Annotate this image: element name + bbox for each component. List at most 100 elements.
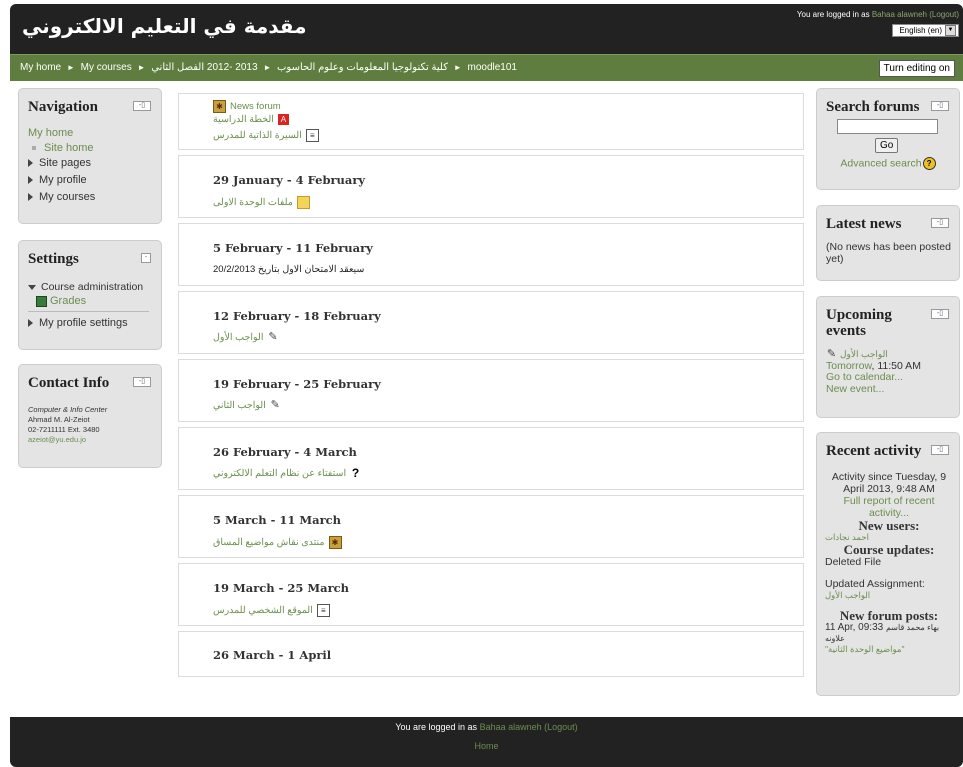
updated-assignment-link[interactable]: الواجب الأول	[825, 590, 953, 601]
login-prefix: You are logged in as	[796, 10, 870, 19]
search-forums-block: Search forums -▯ Go Advanced search?	[816, 88, 960, 190]
nav-my-profile[interactable]: My profile	[39, 174, 87, 186]
new-event-link[interactable]: New event...	[826, 383, 953, 396]
activity-assignment-2[interactable]: الواجب الثاني ✎	[213, 399, 281, 412]
activity-label[interactable]: السيرة الذاتية للمدرس	[213, 130, 302, 141]
breadcrumb-my-home[interactable]: My home	[20, 62, 61, 73]
dock-icon[interactable]: -▯	[931, 218, 949, 228]
course-admin-row[interactable]: Course administration	[28, 281, 155, 295]
language-select[interactable]: English (en) ▼	[892, 24, 959, 37]
deleted-file-text: Deleted File	[825, 556, 882, 568]
activity-study-plan[interactable]: الخطة الدراسية A	[213, 114, 289, 125]
search-forums-input[interactable]	[837, 119, 938, 134]
nav-my-home[interactable]: My home	[28, 127, 155, 142]
activity-assignment-1[interactable]: الواجب الأول ✎	[213, 332, 278, 344]
expand-arrow-icon	[28, 176, 33, 185]
logout-link[interactable]: (Logout)	[929, 10, 959, 19]
activity-label[interactable]: الواجب الأول	[213, 332, 263, 343]
course-section-week: 19 March - 25 March الموقع الشخصي للمدرس…	[178, 563, 804, 626]
navigation-tree: My home Site home Site pages My profile …	[28, 127, 155, 208]
footer-home-row: Home	[10, 741, 963, 751]
course-administration[interactable]: Course administration	[41, 281, 143, 293]
activity-label[interactable]: News forum	[230, 101, 281, 112]
section-title: 5 February - 11 February	[213, 241, 373, 255]
section-summary: سيعقد الامتحان الاول بتاريخ 20/2/2013	[213, 264, 365, 275]
footer-login-info: You are logged in as Bahaa alawneh (Logo…	[10, 722, 963, 732]
dock-icon[interactable]: -▯	[931, 101, 949, 111]
section-title: 19 February - 25 February	[213, 377, 381, 391]
page-icon: ≡	[305, 129, 319, 142]
full-report-link[interactable]: Full report of recent activity...	[825, 495, 953, 519]
advanced-search-link[interactable]: Advanced search	[840, 157, 921, 169]
dock-icon[interactable]: -▯	[931, 445, 949, 455]
contact-email-link[interactable]: azeiot@yu.edu.jo	[28, 435, 155, 445]
upcoming-events-list: ✎ الواجب الأول Tomorrow, 11:50 AM Go to c…	[826, 349, 953, 395]
forum-post-link[interactable]: "مواضيع الوحدة الثانية"	[825, 644, 953, 655]
breadcrumb-faculty[interactable]: كلية تكنولوجيا المعلومات وعلوم الحاسوب	[277, 62, 448, 73]
course-section-week: 5 March - 11 March منتدى نقاش مواضيع الم…	[178, 495, 804, 558]
settings-block: Settings - Course administration Grades …	[18, 240, 162, 350]
post-date: 11 Apr, 09:33	[825, 622, 884, 633]
latest-news-text: (No news has been posted yet)	[826, 241, 951, 265]
activity-label[interactable]: الموقع الشخصي للمدرس	[213, 605, 313, 616]
activity-label[interactable]: الواجب الثاني	[213, 400, 266, 411]
section-title: 19 March - 25 March	[213, 581, 350, 595]
breadcrumb-my-courses[interactable]: My courses	[81, 62, 132, 73]
activity-label[interactable]: منتدى نقاش مواضيع المساق	[213, 537, 325, 548]
login-info: You are logged in as Bahaa alawneh (Logo…	[797, 10, 959, 19]
activity-label[interactable]: استفتاء عن نظام التعلم الالكتروني	[213, 468, 346, 479]
breadcrumb-separator: ►	[137, 63, 146, 72]
event-time: , 11:50 AM	[871, 359, 921, 372]
dock-icon[interactable]: -▯	[133, 101, 151, 111]
nav-site-pages[interactable]: Site pages	[39, 157, 91, 169]
user-name-link[interactable]: Bahaa alawneh	[872, 10, 927, 19]
footer-user-link[interactable]: Bahaa alawneh	[480, 722, 542, 732]
dock-icon[interactable]: -▯	[931, 309, 949, 319]
activity-survey[interactable]: استفتاء عن نظام التعلم الالكتروني?	[213, 467, 361, 479]
advanced-search-row: Advanced search?	[817, 157, 959, 170]
forum-post-meta: 11 Apr, 09:33 بهاء محمد قاسم علاونه	[825, 622, 953, 644]
site-title[interactable]: مقدمة في التعليم الالكتروني	[22, 14, 307, 38]
assignment-icon: ✎	[270, 399, 280, 411]
turn-editing-on-button[interactable]: Turn editing on	[878, 60, 955, 77]
footer-home-link[interactable]: Home	[474, 741, 498, 751]
chevron-down-icon: ▼	[945, 25, 956, 36]
nav-site-pages-row[interactable]: Site pages	[28, 157, 155, 174]
activity-teacher-site[interactable]: الموقع الشخصي للمدرس ≡	[213, 604, 330, 617]
nav-site-home-row: Site home	[28, 142, 155, 157]
course-section-general: ✱ News forum الخطة الدراسية A السيرة الذات…	[178, 93, 804, 150]
nav-site-home[interactable]: Site home	[44, 142, 94, 154]
event-date-link[interactable]: Tomorrow	[826, 360, 872, 372]
my-profile-settings[interactable]: My profile settings	[39, 317, 128, 329]
contact-details: Computer & Info Center Ahmad M. Al-Zeiot…	[28, 405, 155, 445]
expand-arrow-icon	[28, 159, 33, 168]
dock-icon[interactable]: -▯	[133, 377, 151, 387]
nav-my-courses-row[interactable]: My courses	[28, 191, 155, 208]
site-footer: You are logged in as Bahaa alawneh (Logo…	[10, 717, 963, 767]
activity-news-forum[interactable]: ✱ News forum	[213, 100, 281, 113]
grades-link[interactable]: Grades	[50, 295, 86, 307]
breadcrumb-course[interactable]: moodle101	[468, 62, 517, 73]
footer-login-prefix: You are logged in as	[395, 722, 478, 732]
breadcrumb-separator: ►	[66, 63, 75, 72]
activity-unit1-files[interactable]: ملفات الوحدة الاولى	[213, 196, 310, 209]
settings-tree: Course administration Grades My profile …	[28, 281, 155, 333]
activity-label[interactable]: الخطة الدراسية	[213, 114, 274, 125]
help-icon[interactable]: ?	[922, 157, 936, 170]
activity-label[interactable]: ملفات الوحدة الاولى	[213, 197, 293, 208]
recent-activity-title: Recent activity	[826, 443, 922, 459]
activity-course-forum[interactable]: منتدى نقاش مواضيع المساق ✱	[213, 536, 342, 549]
section-title: 26 March - 1 April	[213, 648, 332, 662]
breadcrumb-separator: ►	[453, 63, 462, 72]
activity-teacher-cv[interactable]: السيرة الذاتية للمدرس ≡	[213, 129, 319, 142]
nav-my-courses[interactable]: My courses	[39, 191, 95, 203]
nav-my-profile-row[interactable]: My profile	[28, 174, 155, 191]
go-button[interactable]: Go	[875, 138, 899, 153]
breadcrumb-separator: ►	[263, 63, 272, 72]
footer-logout-link[interactable]: (Logout)	[544, 722, 578, 732]
collapse-icon[interactable]: -	[141, 253, 151, 263]
breadcrumb-semester[interactable]: 2013 -2012 الفصل الثاني	[151, 62, 257, 73]
go-to-calendar-link[interactable]: Go to calendar...	[826, 371, 953, 384]
profile-settings-row[interactable]: My profile settings	[28, 317, 155, 333]
grades-row[interactable]: Grades	[28, 295, 149, 312]
